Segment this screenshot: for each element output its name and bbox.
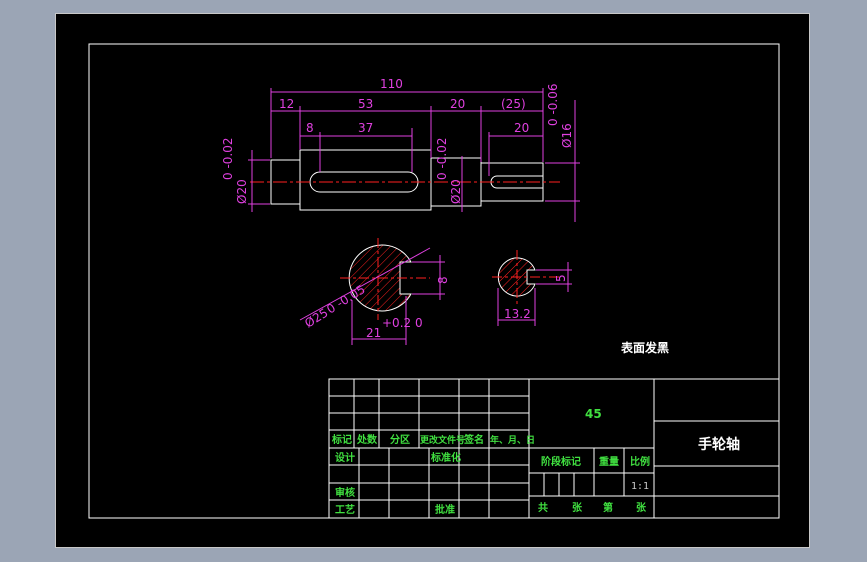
stage-label: 阶段标记 bbox=[541, 455, 581, 468]
dimension-lines bbox=[248, 88, 580, 222]
sheet-label: 张 bbox=[572, 501, 583, 514]
dim-seg4: (25) bbox=[501, 97, 526, 111]
dim-seg2: 53 bbox=[358, 97, 373, 111]
dim-dia-right: Ø16 bbox=[560, 123, 574, 148]
hdr-count: 处数 bbox=[356, 433, 378, 446]
dim-end-key: 20 bbox=[514, 121, 529, 135]
dim-dia-left: Ø20 bbox=[235, 179, 249, 204]
sec2-width: 5 bbox=[554, 274, 568, 282]
scale-label: 比例 bbox=[630, 455, 650, 468]
tol-mid: 0 -0.02 bbox=[435, 138, 449, 181]
page-label: 第 bbox=[603, 501, 613, 514]
dim-key-length: 37 bbox=[358, 121, 373, 135]
hdr-sign: 签名 bbox=[463, 433, 484, 446]
technical-drawing: 110 12 53 20 (25) 8 37 20 Ø20 0 -0.02 Ø2… bbox=[88, 43, 780, 519]
standard-label: 标准化 bbox=[430, 451, 461, 464]
dim-seg1: 12 bbox=[279, 97, 294, 111]
shaft-view bbox=[270, 149, 544, 211]
sec1-depth: 21 bbox=[366, 326, 381, 340]
total-label: 共 bbox=[538, 501, 548, 514]
design-label: 设计 bbox=[335, 451, 355, 464]
part-name: 手轮轴 bbox=[698, 436, 740, 453]
hdr-date: 年、月、日 bbox=[490, 434, 535, 446]
weight-label: 重量 bbox=[599, 455, 619, 468]
approve-label: 批准 bbox=[435, 503, 455, 516]
surface-note: 表面发黑 bbox=[620, 340, 669, 355]
review-label: 审核 bbox=[335, 486, 355, 499]
page-label-2: 张 bbox=[636, 501, 647, 514]
process-label: 工艺 bbox=[335, 503, 355, 516]
material-label: 45 bbox=[585, 407, 602, 421]
hdr-zone: 分区 bbox=[390, 433, 410, 446]
hdr-mark: 标记 bbox=[331, 433, 352, 446]
dim-key-offset: 8 bbox=[306, 121, 314, 135]
sec1-width: 8 bbox=[436, 276, 450, 284]
dim-overall: 110 bbox=[380, 77, 403, 91]
hdr-change-doc: 更改文件号 bbox=[420, 434, 465, 446]
scale-value: 1:1 bbox=[631, 481, 649, 492]
sec1-depth-tol: +0.2 0 bbox=[382, 316, 423, 330]
sec2-depth: 13.2 bbox=[504, 307, 531, 321]
dim-seg3: 20 bbox=[450, 97, 465, 111]
tol-right: 0 -0.06 bbox=[546, 84, 560, 127]
tol-left: 0 -0.02 bbox=[221, 138, 235, 181]
inner-border bbox=[88, 43, 780, 519]
dim-dia-mid: Ø20 bbox=[449, 179, 463, 204]
